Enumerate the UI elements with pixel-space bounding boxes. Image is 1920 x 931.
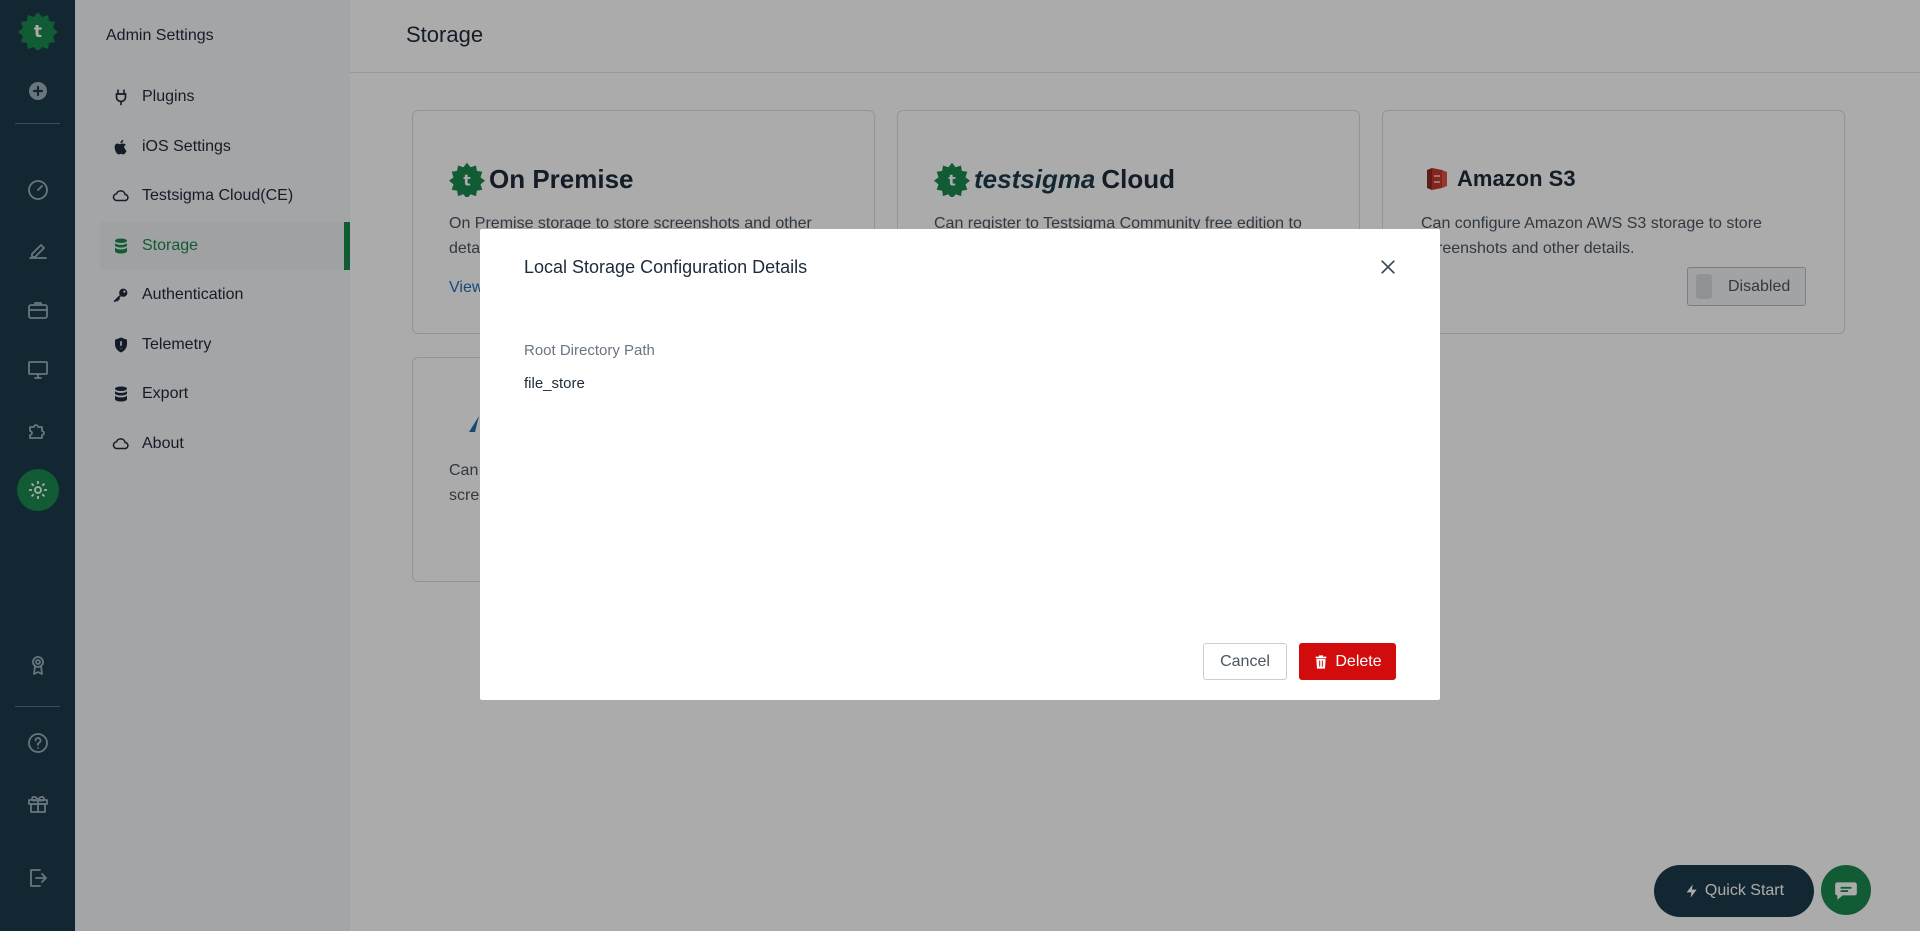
- close-icon[interactable]: [1376, 255, 1400, 279]
- dialog-title: Local Storage Configuration Details: [524, 257, 808, 277]
- delete-label: Delete: [1335, 652, 1382, 670]
- local-storage-config-dialog: Local Storage Configuration Details Root…: [480, 229, 1440, 700]
- root-directory-label: Root Directory Path: [524, 342, 655, 359]
- root-directory-value: file_store: [524, 375, 585, 392]
- cancel-button[interactable]: Cancel: [1203, 643, 1287, 680]
- delete-button[interactable]: Delete: [1299, 643, 1396, 680]
- trash-icon: [1316, 654, 1327, 669]
